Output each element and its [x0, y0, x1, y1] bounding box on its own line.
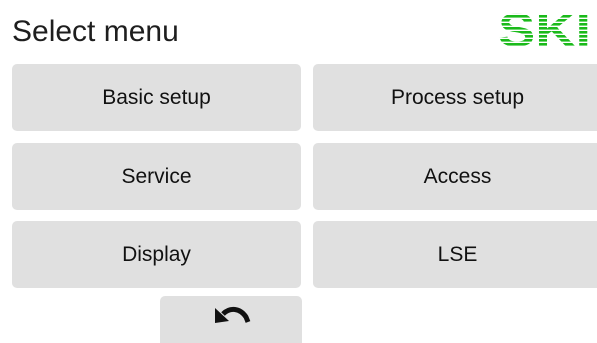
- display-button[interactable]: Display: [12, 221, 301, 288]
- back-button[interactable]: [160, 296, 302, 343]
- access-button[interactable]: Access: [313, 143, 597, 210]
- service-button[interactable]: Service: [12, 143, 301, 210]
- basic-setup-button[interactable]: Basic setup: [12, 64, 301, 131]
- display-label: Display: [122, 242, 191, 266]
- process-setup-button[interactable]: Process setup: [313, 64, 597, 131]
- basic-setup-label: Basic setup: [102, 85, 211, 109]
- lse-button[interactable]: LSE: [313, 221, 597, 288]
- process-setup-label: Process setup: [390, 85, 525, 109]
- ski-logo: SKI: [498, 4, 591, 56]
- undo-arrow-icon: [210, 304, 252, 335]
- svg-text:SKI: SKI: [499, 11, 591, 49]
- lse-label: LSE: [437, 242, 478, 266]
- page-title: Select menu: [12, 15, 179, 48]
- service-label: Service: [121, 164, 192, 188]
- access-label: Access: [423, 164, 492, 188]
